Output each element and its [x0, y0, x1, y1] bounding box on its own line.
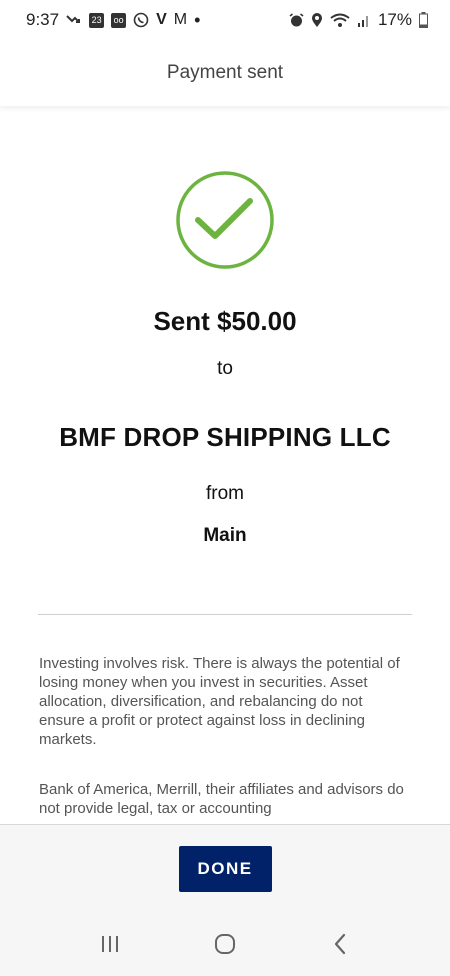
legal-disclaimer: Bank of America, Merrill, their affiliat… — [39, 781, 404, 817]
sent-amount: Sent $50.00 — [153, 306, 297, 336]
page-title: Payment sent — [166, 62, 284, 83]
investment-disclaimer: Investing involves risk. There is always… — [39, 655, 400, 748]
from-label: from — [206, 483, 244, 504]
battery-percent: 17% — [377, 10, 412, 29]
done-button[interactable]: DONE — [178, 846, 272, 892]
v-app-icon: V — [156, 11, 167, 28]
confirmation-content: Sent $50.00 to BMF DROP SHIPPING LLC fro… — [0, 106, 450, 824]
recipient-name: BMF DROP SHIPPING LLC — [59, 422, 391, 452]
battery-icon — [419, 12, 428, 28]
recents-icon[interactable] — [90, 924, 130, 964]
status-left: 9:37 23 oo V M • — [26, 10, 200, 30]
divider — [38, 614, 412, 615]
status-bar: 9:37 23 oo V M • 17% — [0, 0, 450, 40]
whatsapp-icon — [133, 12, 149, 28]
back-icon[interactable] — [320, 924, 360, 964]
signal-icon — [357, 13, 371, 27]
system-nav-bar — [0, 912, 450, 976]
more-notifications-dot: • — [194, 10, 201, 30]
voicemail-icon: oo — [111, 12, 127, 28]
alarm-icon — [289, 12, 304, 28]
wifi-icon — [330, 13, 350, 28]
status-right: 17% — [289, 10, 428, 30]
app-header: Payment sent — [0, 40, 450, 106]
home-icon[interactable] — [205, 924, 245, 964]
check-circle-icon — [175, 170, 275, 270]
missed-call-icon — [66, 13, 82, 27]
source-account: Main — [203, 525, 247, 546]
location-icon — [311, 12, 323, 28]
to-label: to — [217, 358, 233, 379]
calendar-icon: 23 — [89, 12, 105, 28]
bottom-action-bar: DONE — [0, 824, 450, 912]
status-time: 9:37 — [26, 10, 60, 29]
gmail-icon: M — [173, 11, 188, 28]
